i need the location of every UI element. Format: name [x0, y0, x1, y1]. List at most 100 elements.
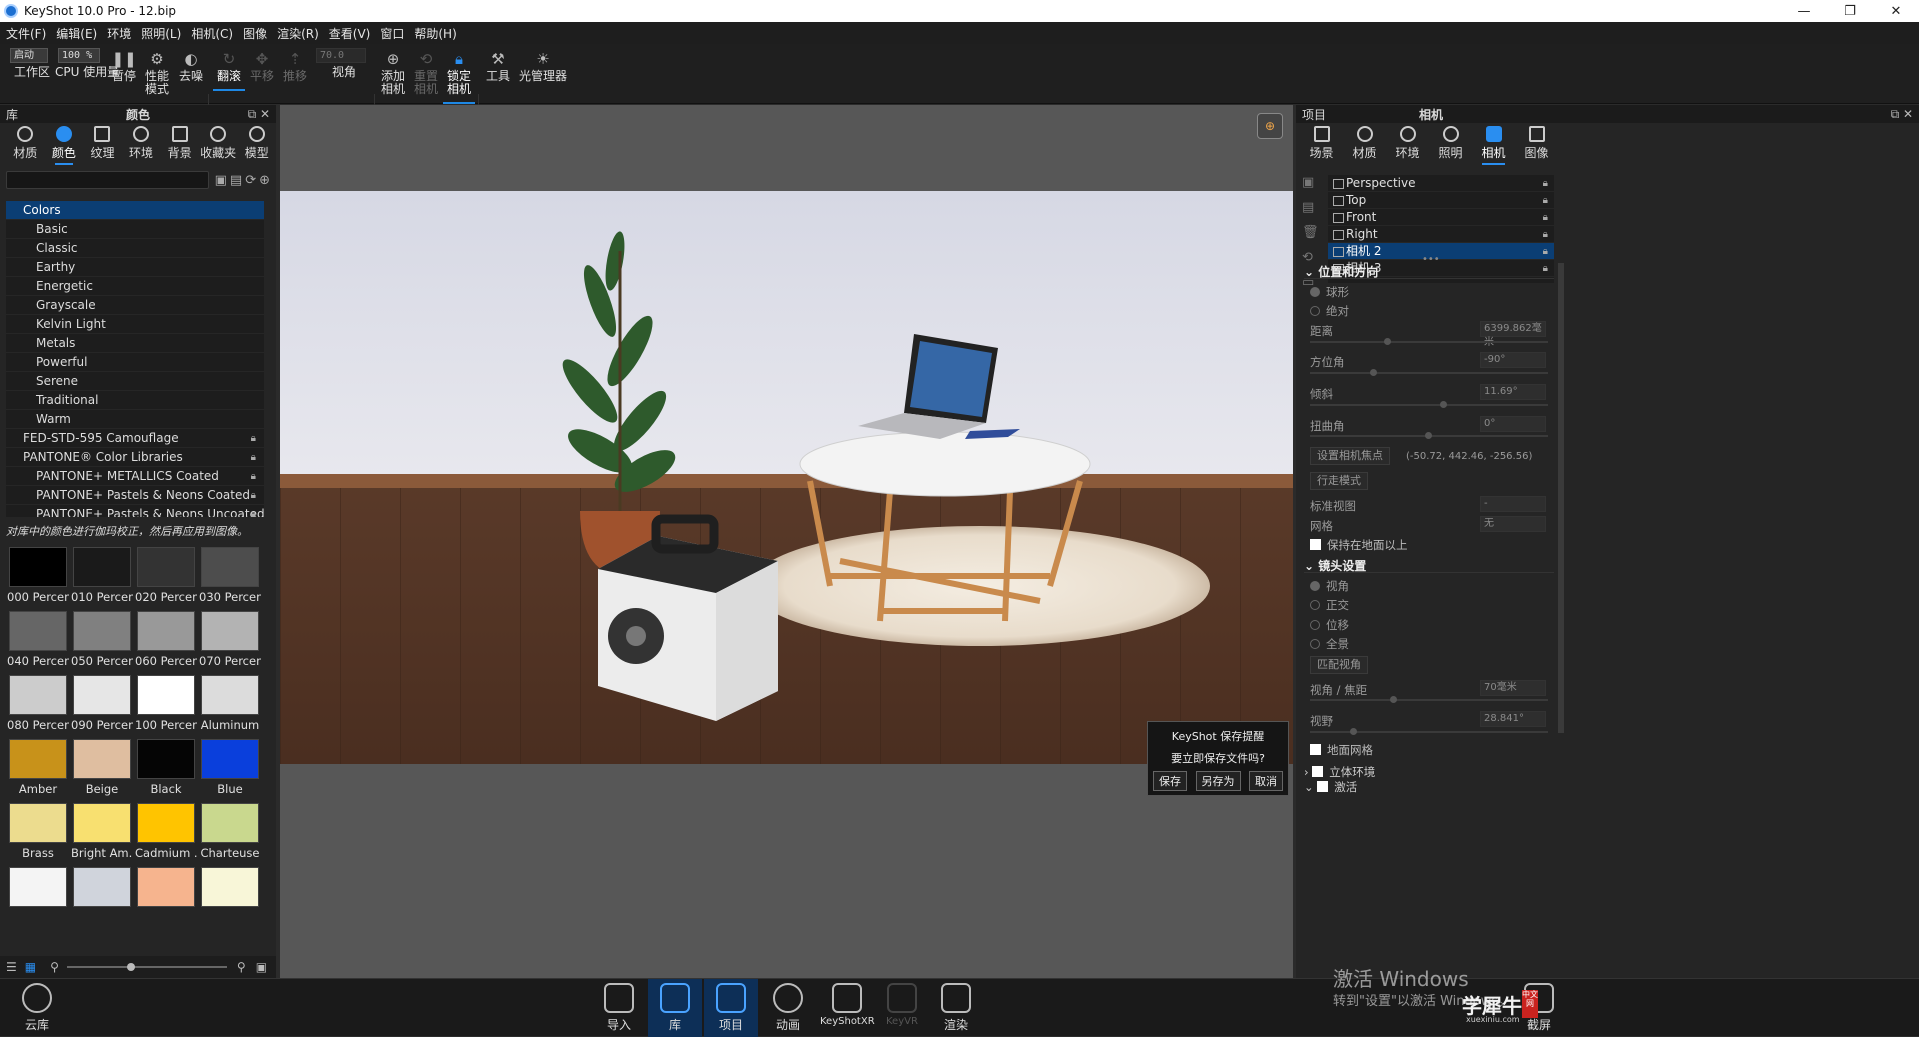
azimuth-slider[interactable] — [1310, 369, 1548, 376]
menu-edit[interactable]: 编辑(E) — [56, 25, 97, 42]
keyshotxr-button[interactable]: KeyShotXR — [820, 983, 875, 1027]
light-manager-button[interactable]: ☀ 光管理器 — [519, 50, 567, 83]
twist-input[interactable]: 0° — [1480, 416, 1546, 432]
color-swatch[interactable]: 100 Percent — [134, 675, 198, 739]
tab-colors[interactable]: 颜色 — [45, 123, 84, 165]
panel-close-icon[interactable]: ⧉ ✕ — [1891, 107, 1913, 122]
tab-project-materials[interactable]: 材质 — [1343, 123, 1386, 165]
tab-project-environment[interactable]: 环境 — [1386, 123, 1429, 165]
environment-view-icon[interactable]: ⊕ — [1257, 113, 1283, 139]
render-viewport[interactable]: ⊕ KeyShot 保存提醒 要立即保存文件吗? 保存 另存为 取消 — [280, 105, 1293, 978]
inclination-input[interactable]: 11.69° — [1480, 384, 1546, 400]
library-tree-item[interactable]: Metals — [6, 334, 264, 353]
library-tree-item[interactable]: Serene — [6, 372, 264, 391]
import-button[interactable]: 导入 — [604, 983, 634, 1033]
folder-icon[interactable]: ▣ — [215, 173, 227, 188]
color-swatch[interactable]: Brass — [6, 803, 70, 867]
color-swatch[interactable]: 080 Percent — [6, 675, 70, 739]
close-window-button[interactable]: ✕ — [1873, 0, 1919, 22]
color-swatch[interactable]: 090 Percent — [70, 675, 134, 739]
stereo-checkbox[interactable]: › 立体环境 — [1304, 764, 1375, 780]
library-tree-item[interactable]: Powerful — [6, 353, 264, 372]
color-swatch[interactable]: 050 Percent — [70, 611, 134, 675]
maximize-button[interactable]: ❐ — [1827, 0, 1873, 22]
standard-view-select[interactable]: - — [1480, 496, 1546, 512]
menu-lighting[interactable]: 照明(L) — [141, 25, 181, 42]
delete-camera-icon[interactable]: 🗑︎ — [1302, 225, 1320, 240]
library-tree-item[interactable]: Grayscale — [6, 296, 264, 315]
reset-camera-button[interactable]: ⟲ 重置 相机 — [414, 50, 438, 96]
workspace-button[interactable]: 工作区 — [14, 66, 50, 79]
color-swatch[interactable]: 070 Percent — [198, 611, 262, 675]
active-checkbox[interactable]: ⌄ 激活 — [1304, 779, 1357, 795]
color-swatch[interactable]: 060 Percent — [134, 611, 198, 675]
dolly-button[interactable]: ⇡ 推移 — [283, 50, 307, 83]
project-toggle-button[interactable]: 项目 — [704, 979, 758, 1037]
orthographic-radio[interactable]: 正交 — [1310, 597, 1349, 613]
color-swatch[interactable]: Beige — [70, 739, 134, 803]
position-orientation-section[interactable]: ⌄ 位置和方向 — [1304, 263, 1554, 279]
lock-icon[interactable]: 🔒︎ — [1543, 175, 1548, 192]
library-tree-item[interactable]: PANTONE+ METALLICS Coated 🔒︎ — [6, 467, 264, 486]
tab-models[interactable]: 模型 — [237, 123, 276, 165]
animation-button[interactable]: 动画 — [773, 983, 803, 1033]
keyvr-button[interactable]: KeyVR — [886, 983, 918, 1027]
menu-image[interactable]: 图像 — [243, 25, 267, 42]
focal-length-input[interactable]: 70毫米 — [1480, 680, 1546, 696]
target-icon[interactable]: ⊕ — [259, 173, 270, 188]
pause-button[interactable]: ❚❚ 暂停 — [111, 50, 136, 83]
perspective-radio[interactable]: 视角 — [1310, 578, 1349, 594]
dialog-save-as-button[interactable]: 另存为 — [1195, 771, 1241, 791]
color-swatch[interactable] — [70, 867, 134, 927]
tab-image[interactable]: 图像 — [1515, 123, 1558, 165]
zoom-in-icon[interactable]: ⚲ — [237, 960, 246, 974]
library-tree-item[interactable]: Earthy — [6, 258, 264, 277]
library-tree-item[interactable]: Kelvin Light — [6, 315, 264, 334]
camera-list-item[interactable]: Front 🔒︎ — [1328, 209, 1554, 226]
folder-add-icon[interactable]: ▤ — [230, 173, 242, 188]
library-tree-item[interactable]: PANTONE® Color Libraries 🔒︎ — [6, 448, 264, 467]
grid-select[interactable]: 无 — [1480, 516, 1546, 532]
field-of-view-slider[interactable] — [1310, 728, 1548, 735]
color-swatch[interactable]: 020 Percent — [134, 547, 198, 611]
panorama-radio[interactable]: 全景 — [1310, 636, 1349, 652]
denoise-button[interactable]: ◐ 去噪 — [179, 50, 203, 83]
tab-scene[interactable]: 场景 — [1300, 123, 1343, 165]
pan-button[interactable]: ✥ 平移 — [250, 50, 274, 83]
lock-icon[interactable]: 🔒︎ — [1543, 226, 1548, 243]
dialog-save-button[interactable]: 保存 — [1153, 771, 1187, 791]
library-tree-item[interactable]: PANTONE+ Pastels & Neons Coated 🔒︎ — [6, 486, 264, 505]
menu-environment[interactable]: 环境 — [107, 25, 131, 42]
menu-camera[interactable]: 相机(C) — [191, 25, 233, 42]
shift-radio[interactable]: 位移 — [1310, 617, 1349, 633]
menu-render[interactable]: 渲染(R) — [277, 25, 319, 42]
tab-backplates[interactable]: 背景 — [160, 123, 199, 165]
menu-view[interactable]: 查看(V) — [329, 25, 371, 42]
lens-settings-section[interactable]: ⌄ 镜头设置 — [1304, 557, 1554, 573]
orbit-radio[interactable]: 球形 — [1310, 284, 1349, 300]
color-swatch[interactable]: Charteuse — [198, 803, 262, 867]
camera-list-item[interactable]: Perspective 🔒︎ — [1328, 175, 1554, 192]
library-tree-item[interactable]: Basic — [6, 220, 264, 239]
color-swatch[interactable]: 040 Percent — [6, 611, 70, 675]
lock-icon[interactable]: 🔒︎ — [1543, 243, 1548, 260]
library-tree-item[interactable]: FED-STD-595 Camouflage 🔒︎ — [6, 429, 264, 448]
inclination-slider[interactable] — [1310, 401, 1548, 408]
thumbnail-size-slider[interactable] — [66, 963, 227, 971]
lock-icon[interactable]: 🔒︎ — [1543, 192, 1548, 209]
absolute-radio[interactable]: 绝对 — [1310, 303, 1349, 319]
tab-environments[interactable]: 环境 — [122, 123, 161, 165]
grid-view-icon[interactable]: ▦ — [25, 960, 36, 974]
library-search-input[interactable] — [6, 171, 209, 189]
twist-slider[interactable] — [1310, 432, 1548, 439]
zoom-out-icon[interactable]: ⚲ — [50, 960, 59, 974]
render-button[interactable]: 渲染 — [941, 983, 971, 1033]
color-swatch[interactable]: Aluminum — [198, 675, 262, 739]
color-swatch[interactable] — [6, 867, 70, 927]
library-tree-item[interactable]: PANTONE+ Pastels & Neons Uncoated 🔒︎ — [6, 505, 264, 517]
project-scrollbar[interactable] — [1558, 263, 1564, 733]
library-tree-item[interactable]: Traditional — [6, 391, 264, 410]
azimuth-input[interactable]: -90° — [1480, 352, 1546, 368]
walk-mode-button[interactable]: 行走模式 — [1310, 472, 1368, 490]
add-camera-icon[interactable]: ▣ — [1302, 175, 1320, 190]
